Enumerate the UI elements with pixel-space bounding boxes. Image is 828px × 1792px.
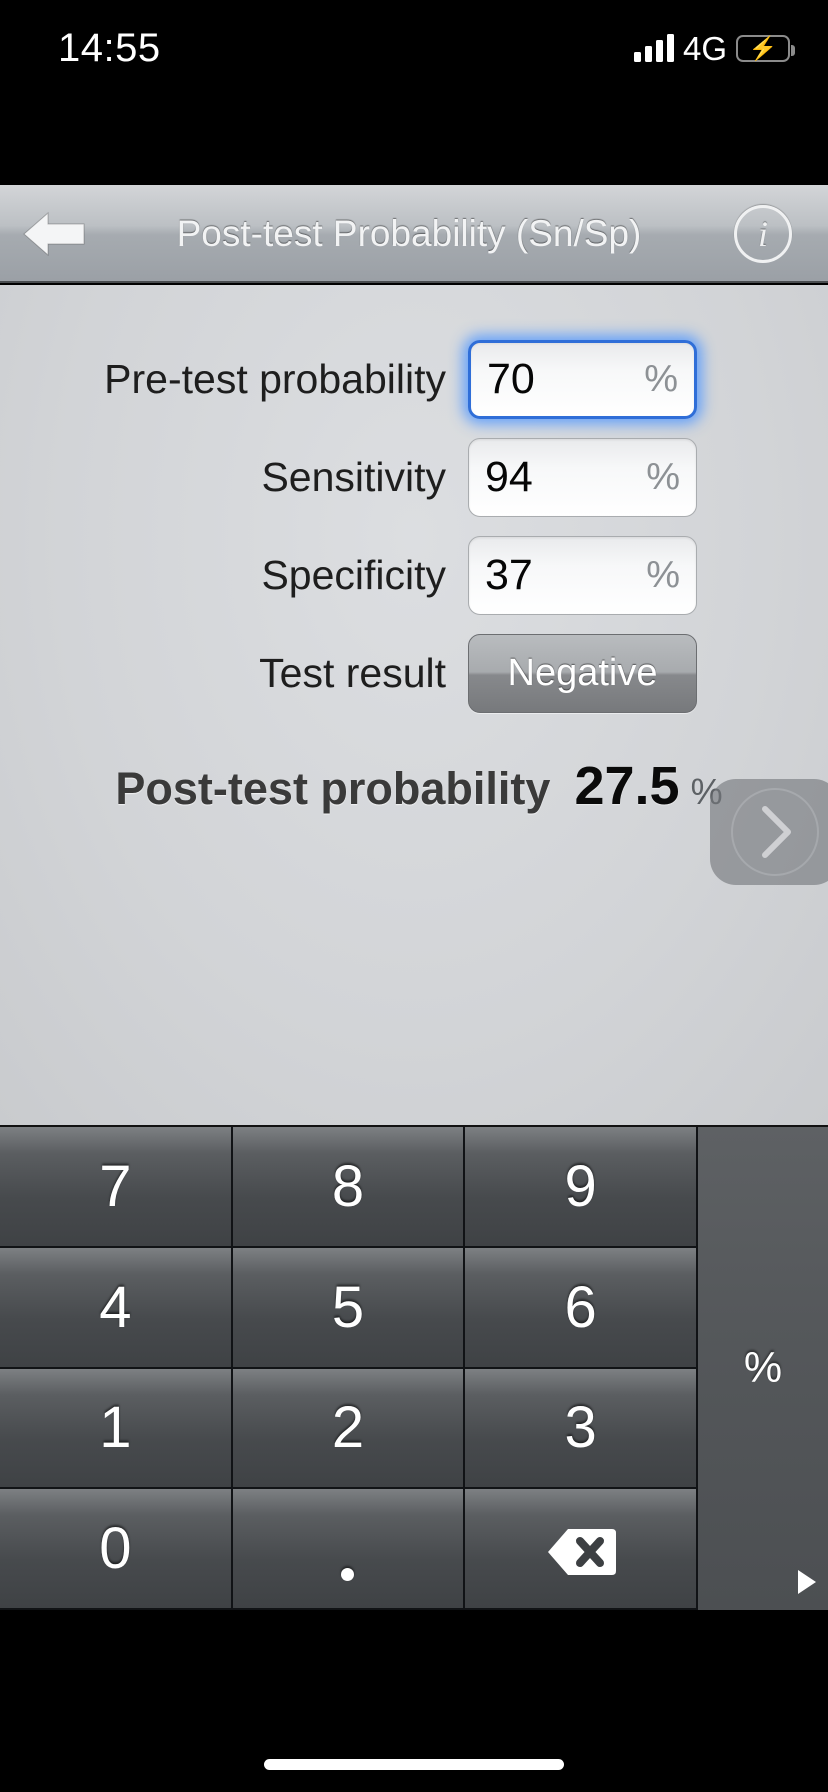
phone-screen: 14:55 4G ⚡ Post-test Probability (Sn/Sp)… bbox=[0, 0, 828, 1792]
chevron-right-icon bbox=[731, 788, 819, 876]
key-backspace[interactable] bbox=[465, 1489, 698, 1610]
key-7[interactable]: 7 bbox=[0, 1127, 233, 1248]
sensitivity-value: 94 bbox=[469, 456, 533, 499]
key-percent-label: % bbox=[744, 1344, 782, 1393]
bottom-safe-area bbox=[0, 1610, 828, 1792]
label-specificity: Specificity bbox=[261, 552, 446, 599]
key-3[interactable]: 3 bbox=[465, 1369, 698, 1490]
play-triangle-icon[interactable] bbox=[798, 1570, 816, 1594]
test-result-toggle-button[interactable]: Negative bbox=[468, 634, 697, 713]
post-test-probability-label: Post-test probability bbox=[115, 763, 550, 815]
decimal-dot-icon bbox=[341, 1568, 354, 1581]
home-indicator[interactable] bbox=[264, 1759, 564, 1770]
sensitivity-unit: % bbox=[646, 458, 680, 496]
row-sensitivity: Sensitivity 94 % bbox=[0, 428, 828, 526]
key-2[interactable]: 2 bbox=[233, 1369, 466, 1490]
input-rows: Pre-test probability 70 % Sensitivity 94… bbox=[0, 330, 828, 722]
label-sensitivity: Sensitivity bbox=[261, 454, 446, 501]
label-test-result: Test result bbox=[259, 650, 446, 697]
calculator-panel: Pre-test probability 70 % Sensitivity 94… bbox=[0, 285, 828, 1125]
numeric-keypad: 7 8 9 4 5 6 1 2 3 0 % bbox=[0, 1125, 828, 1610]
key-0[interactable]: 0 bbox=[0, 1489, 233, 1610]
status-bar-indicators: 4G ⚡ bbox=[634, 26, 790, 70]
key-9[interactable]: 9 bbox=[465, 1127, 698, 1248]
info-letter: i bbox=[758, 213, 768, 255]
key-5[interactable]: 5 bbox=[233, 1248, 466, 1369]
post-test-probability-result: Post-test probability 27.5 % bbox=[0, 755, 828, 845]
network-type-label: 4G bbox=[683, 32, 727, 65]
backspace-icon bbox=[546, 1524, 616, 1574]
label-pre-test-probability: Pre-test probability bbox=[104, 356, 446, 403]
navigation-bar: Post-test Probability (Sn/Sp) i bbox=[0, 185, 828, 283]
specificity-unit: % bbox=[646, 556, 680, 594]
battery-charging-icon: ⚡ bbox=[736, 35, 790, 62]
page-title: Post-test Probability (Sn/Sp) bbox=[0, 185, 828, 283]
row-pre-test-probability: Pre-test probability 70 % bbox=[0, 330, 828, 428]
key-8[interactable]: 8 bbox=[233, 1127, 466, 1248]
status-bar: 14:55 4G ⚡ bbox=[0, 0, 828, 100]
key-4[interactable]: 4 bbox=[0, 1248, 233, 1369]
status-bar-time: 14:55 bbox=[58, 26, 161, 71]
key-percent[interactable]: % bbox=[698, 1127, 828, 1610]
row-specificity: Specificity 37 % bbox=[0, 526, 828, 624]
signal-bars-icon bbox=[634, 34, 674, 62]
specificity-value: 37 bbox=[469, 554, 533, 597]
key-1[interactable]: 1 bbox=[0, 1369, 233, 1490]
info-circle-icon[interactable]: i bbox=[734, 205, 792, 263]
pre-test-probability-value: 70 bbox=[471, 358, 535, 401]
post-test-probability-value: 27.5 bbox=[574, 755, 679, 817]
specificity-input[interactable]: 37 % bbox=[468, 536, 697, 615]
sensitivity-input[interactable]: 94 % bbox=[468, 438, 697, 517]
key-decimal[interactable] bbox=[233, 1489, 466, 1610]
pre-test-probability-input[interactable]: 70 % bbox=[468, 340, 697, 419]
row-test-result: Test result Negative bbox=[0, 624, 828, 722]
next-step-button[interactable] bbox=[710, 779, 828, 885]
key-6[interactable]: 6 bbox=[465, 1248, 698, 1369]
pre-test-probability-unit: % bbox=[644, 360, 678, 398]
keypad-grid: 7 8 9 4 5 6 1 2 3 0 bbox=[0, 1127, 698, 1610]
